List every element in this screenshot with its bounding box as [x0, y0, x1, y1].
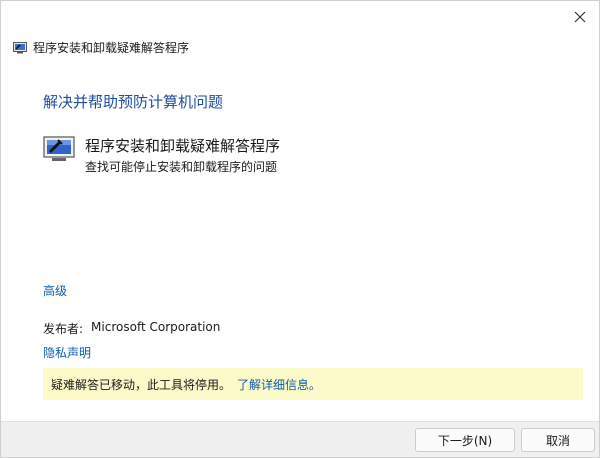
learn-more-link[interactable]: 了解详细信息。 [237, 376, 321, 393]
title-bar: 程序安装和卸载疑难解答程序 [13, 39, 189, 56]
page-heading: 解决并帮助预防计算机问题 [43, 93, 224, 111]
notice-text: 疑难解答已移动，此工具将停用。 [51, 377, 232, 392]
publisher-info: 发布者: Microsoft Corporation [43, 320, 220, 337]
advanced-link[interactable]: 高级 [43, 282, 67, 299]
privacy-link[interactable]: 隐私声明 [43, 344, 91, 361]
tool-description: 查找可能停止安装和卸载程序的问题 [85, 160, 278, 174]
troubleshooter-entry: 程序安装和卸载疑难解答程序 查找可能停止安装和卸载程序的问题 [43, 135, 280, 175]
deprecation-notice: 疑难解答已移动，此工具将停用。 了解详细信息。 [43, 368, 583, 400]
publisher-value: Microsoft Corporation [91, 320, 221, 334]
troubleshooter-window: 程序安装和卸载疑难解答程序 解决并帮助预防计算机问题 程序安装和卸载疑难解答程序… [0, 0, 600, 458]
close-icon [574, 11, 586, 23]
troubleshooter-icon [13, 41, 27, 53]
close-button[interactable] [569, 7, 591, 27]
next-button[interactable]: 下一步(N) [415, 428, 515, 452]
cancel-button[interactable]: 取消 [521, 428, 595, 452]
window-title: 程序安装和卸载疑难解答程序 [33, 41, 190, 55]
troubleshooter-large-icon [43, 136, 75, 161]
tool-title: 程序安装和卸载疑难解答程序 [85, 137, 281, 155]
footer-bar: 下一步(N) 取消 [1, 421, 599, 457]
publisher-label: 发布者: [43, 322, 84, 336]
